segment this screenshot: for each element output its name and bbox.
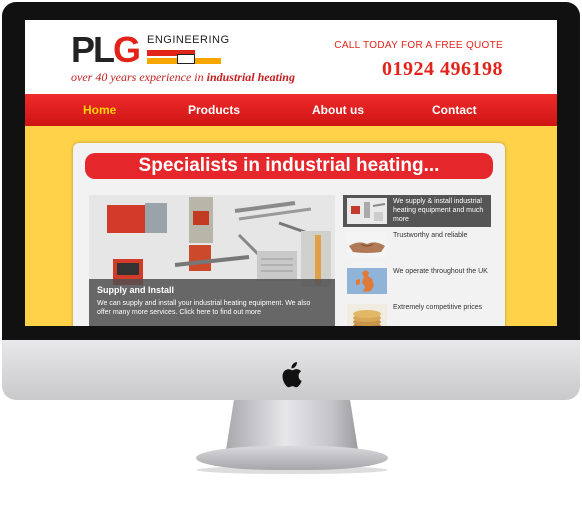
thumb-text: Trustworthy and reliable — [393, 232, 468, 239]
thumb-uk-coverage[interactable]: We operate throughout the UK — [343, 265, 491, 297]
site-header: PLG ENGINEERING over 40 years experience… — [25, 20, 557, 94]
website-screen: PLG ENGINEERING over 40 years experience… — [25, 20, 557, 326]
slide-thumbnails: We supply & install industrial heating e… — [343, 195, 491, 326]
thumb-text: We operate throughout the UK — [393, 268, 488, 275]
logo-subtext: ENGINEERING — [147, 34, 230, 46]
call-to-action: CALL TODAY FOR A FREE QUOTE — [334, 40, 503, 51]
logo-wordmark: PLG — [71, 29, 141, 70]
tagline: over 40 years experience in industrial h… — [71, 70, 295, 85]
hero-banner: Specialists in industrial heating... — [85, 153, 493, 179]
thumb-text: We supply & install industrial heating e… — [393, 198, 484, 223]
thumb-prices[interactable]: Extremely competitive prices — [343, 301, 491, 326]
handshake-icon — [347, 232, 387, 258]
thumb-trustworthy[interactable]: Trustworthy and reliable — [343, 229, 491, 261]
logo-heater-icon — [147, 50, 221, 64]
nav-about-us[interactable]: About us — [312, 103, 364, 117]
monitor-stand-base — [196, 446, 388, 470]
main-nav: Home Products About us Contact — [25, 94, 557, 126]
phone-number[interactable]: 01924 496198 — [382, 58, 503, 81]
tagline-prefix: over 40 years experience in — [71, 70, 204, 84]
tagline-emphasis: industrial heating — [206, 70, 295, 84]
uk-map-icon — [347, 268, 387, 294]
slide-caption[interactable]: Supply and Install We can supply and ins… — [89, 279, 335, 326]
slide-title: Supply and Install — [97, 285, 175, 295]
coins-icon — [347, 304, 387, 326]
hero-slide[interactable]: Supply and Install We can supply and ins… — [89, 195, 335, 326]
monitor-stand-neck — [226, 400, 358, 450]
heaters-icon — [347, 198, 387, 224]
nav-home[interactable]: Home — [83, 103, 116, 117]
thumb-supply-install[interactable]: We supply & install industrial heating e… — [343, 195, 491, 227]
nav-products[interactable]: Products — [188, 103, 240, 117]
thumb-text: Extremely competitive prices — [393, 304, 483, 311]
slide-text: We can supply and install your industria… — [97, 300, 311, 316]
apple-icon — [282, 362, 302, 388]
nav-contact[interactable]: Contact — [432, 103, 477, 117]
hero-panel: Specialists in industrial heating... Sup… — [73, 143, 505, 326]
